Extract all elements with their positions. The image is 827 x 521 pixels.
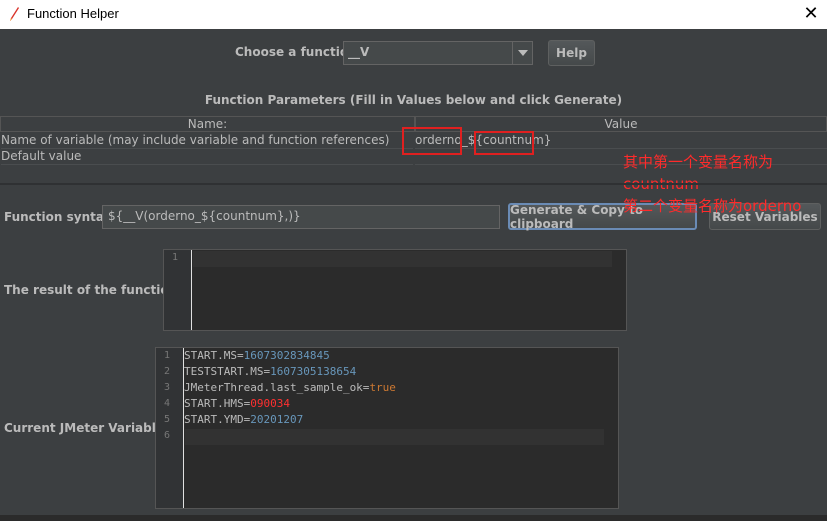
annotation-line: 其中第一个变量名称为 [623,153,774,171]
variables-editor[interactable]: 1 START.MS=1607302834845 2 TESTSTART.MS=160… [155,347,619,509]
result-editor[interactable]: 1 [163,249,627,331]
variables-label: Current JMeter Variables [4,421,172,435]
line-number: 3 [164,382,171,393]
annotation-line: 第二个变量名称为orderno [623,197,802,215]
window-title: Function Helper [27,6,119,21]
function-syntax-label: Function syntax: [4,210,117,224]
function-select[interactable]: __V [343,41,533,65]
line-number: 4 [164,398,171,409]
function-syntax-input[interactable]: ${__V(orderno_${countnum},)} [102,205,500,229]
bottom-bar [0,515,827,521]
help-button[interactable]: Help [548,40,595,66]
variable-key: JMeterThread.last_sample_ok= [184,381,370,394]
variable-line: JMeterThread.last_sample_ok=true [184,381,396,394]
variable-key: TESTSTART.MS= [184,365,271,378]
feather-icon [10,7,19,21]
highlight-box [474,131,534,155]
highlight-box [402,127,462,155]
variable-key: START.MS= [184,349,244,362]
variable-value: 1607302834845 [243,349,330,362]
param-name-cell: Name of variable (may include variable a… [1,133,413,149]
variable-value: 1607305138654 [270,365,357,378]
variable-line: START.HMS=090034 [184,397,290,410]
chevron-down-icon[interactable] [512,42,532,64]
variable-line: START.YMD=20201207 [184,413,303,426]
variable-key: START.HMS= [184,397,251,410]
line-number: 1 [172,252,179,263]
close-icon[interactable]: ✕ [801,4,821,24]
params-title: Function Parameters (Fill in Values belo… [204,93,623,107]
function-select-value: __V [348,45,370,59]
divider [0,183,827,185]
variable-line: START.MS=1607302834845 [184,349,330,362]
choose-function-label: Choose a function [235,45,357,59]
title-bar: Function Helper ✕ [0,0,827,29]
variable-value: 20201207 [250,413,304,426]
param-name-cell: Default value [1,149,413,165]
variable-line: TESTSTART.MS=1607305138654 [184,365,356,378]
variable-value: 090034 [250,397,290,410]
column-header-value: Value [415,116,827,132]
line-number: 6 [164,430,171,441]
variable-value: true [369,381,396,394]
variable-key: START.YMD= [184,413,251,426]
line-number: 1 [164,350,171,361]
column-header-name: Name: [0,116,415,132]
line-number: 5 [164,414,171,425]
line-number: 2 [164,366,171,377]
